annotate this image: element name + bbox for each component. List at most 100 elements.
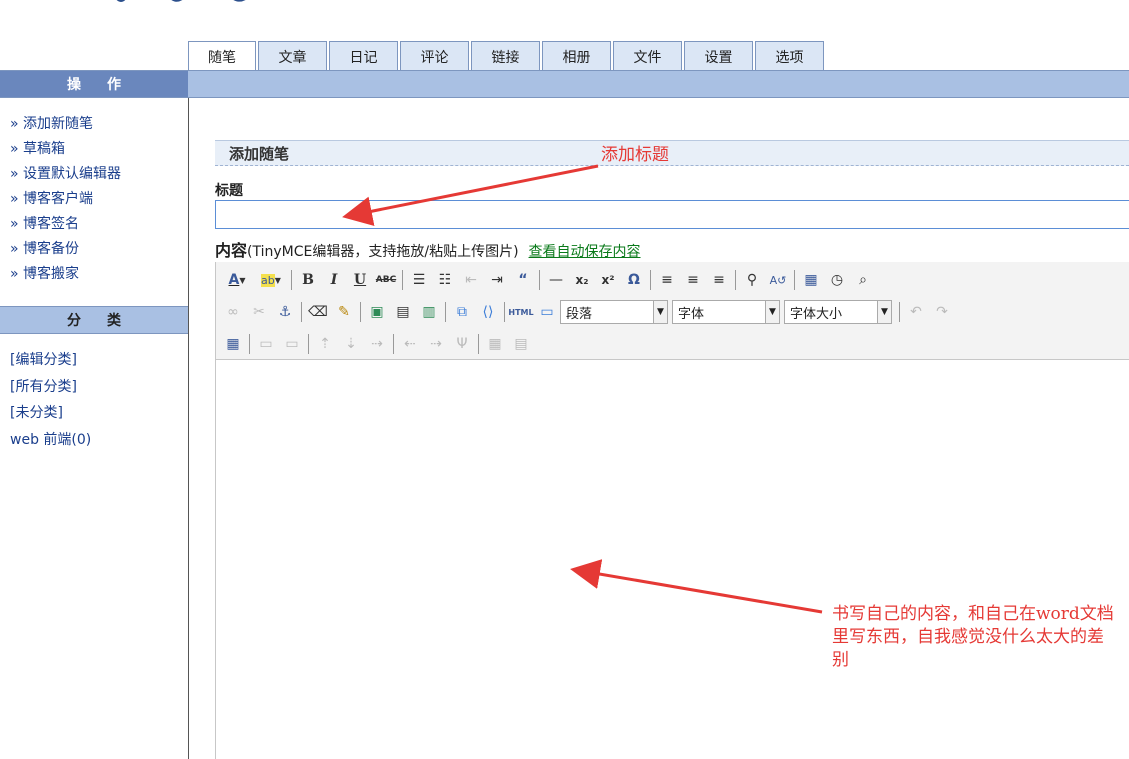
toolbar-separator	[504, 302, 505, 322]
autosave-link[interactable]: 查看自动保存内容	[529, 244, 641, 260]
cell-props-icon[interactable]: ▭	[279, 332, 305, 356]
underline-icon[interactable]: U	[347, 268, 373, 292]
bold-icon[interactable]: B	[295, 268, 321, 292]
indent-icon[interactable]: ⇥	[484, 268, 510, 292]
insert-date-icon[interactable]: ▦	[798, 268, 824, 292]
sidebar-ops-links: » 添加新随笔 » 草稿箱 » 设置默认编辑器 » 博客客户端 » 博客签名 »…	[10, 112, 121, 287]
special-char-icon[interactable]: Ω	[621, 268, 647, 292]
unlink-icon[interactable]: ✂	[246, 300, 272, 324]
merge-cells-icon[interactable]: ▤	[508, 332, 534, 356]
cleanup-brush-icon[interactable]: ✎	[331, 300, 357, 324]
category-uncategorized[interactable]: [未分类]	[10, 400, 91, 427]
category-web-frontend[interactable]: web 前端(0)	[10, 427, 91, 454]
sidebar-item-blog-backup[interactable]: » 博客备份	[10, 237, 121, 262]
toolbar-separator	[402, 270, 403, 290]
find-icon[interactable]: ⚲	[739, 268, 765, 292]
sidebar-item-blog-signature[interactable]: » 博客签名	[10, 212, 121, 237]
link-icon[interactable]: ∞	[220, 300, 246, 324]
tab-comments[interactable]: 评论	[400, 41, 469, 71]
align-center-icon[interactable]: ≡	[680, 268, 706, 292]
sidebar-item-blog-migrate[interactable]: » 博客搬家	[10, 262, 121, 287]
fullscreen-icon[interactable]: ▭	[534, 300, 560, 324]
code-sample-icon[interactable]: ⟨⟩	[475, 300, 501, 324]
chevron-down-icon: ▼	[653, 301, 667, 323]
title-label: 标题	[215, 183, 243, 199]
font-select[interactable]: 字体 ▼	[672, 300, 780, 324]
align-left-icon[interactable]: ≡	[654, 268, 680, 292]
strikethrough-icon[interactable]: ABC	[373, 268, 399, 292]
title-input[interactable]	[215, 200, 1129, 229]
redo-icon[interactable]: ↷	[929, 300, 955, 324]
tab-files[interactable]: 文件	[613, 41, 682, 71]
horizontal-rule-icon[interactable]: —	[543, 268, 569, 292]
delete-row-icon[interactable]: ⇢	[364, 332, 390, 356]
subscript-icon[interactable]: x₂	[569, 268, 595, 292]
highlight-color-icon[interactable]: ab ▼	[254, 268, 288, 292]
sidebar-ops-heading: 操作	[0, 70, 188, 98]
font-size-select[interactable]: 字体大小 ▼	[784, 300, 892, 324]
insert-image-icon[interactable]: ▣	[364, 300, 390, 324]
toolbar-separator	[478, 334, 479, 354]
sidebar-item-blog-client[interactable]: » 博客客户端	[10, 187, 121, 212]
insert-media-icon[interactable]: ▥	[416, 300, 442, 324]
annotation-title-note: 添加标题	[601, 145, 669, 165]
replace-icon[interactable]: A↺	[765, 268, 791, 292]
sidebar-category-heading: 分类	[0, 306, 188, 334]
sidebar-item-drafts[interactable]: » 草稿箱	[10, 137, 121, 162]
delete-col-icon[interactable]: Ψ	[449, 332, 475, 356]
top-bar	[188, 70, 1129, 98]
align-right-icon[interactable]: ≡	[706, 268, 732, 292]
bullet-list-icon[interactable]: ☰	[406, 268, 432, 292]
category-edit[interactable]: [编辑分类]	[10, 347, 91, 374]
annotation-content-note: 书写自己的内容，和自己在word文档里写东西，自我感觉没什么太大的差别	[832, 604, 1114, 670]
superscript-icon[interactable]: x²	[595, 268, 621, 292]
toolbar-row-2: ∞ ✂ ⚓ ⌫ ✎ ▣ ▤ ▥ ⧉ ⟨⟩ HTML ▭ 段落 ▼ 字体 ▼ 字体大小…	[220, 298, 955, 326]
insert-code-icon[interactable]: ⧉	[449, 300, 475, 324]
html-source-icon[interactable]: HTML	[508, 300, 534, 324]
italic-icon[interactable]: I	[321, 268, 347, 292]
editor-content-area[interactable]	[216, 360, 1129, 759]
insert-row-after-icon[interactable]: ⇣	[338, 332, 364, 356]
format-select[interactable]: 段落 ▼	[560, 300, 668, 324]
font-size-select-value: 字体大小	[790, 306, 843, 322]
insert-time-icon[interactable]: ◷	[824, 268, 850, 292]
content-label: 内容(TinyMCE编辑器，支持拖放/粘贴上传图片) 查看自动保存内容	[215, 237, 641, 261]
blog-logo	[116, 0, 246, 2]
eraser-icon[interactable]: ⌫	[305, 300, 331, 324]
tab-links[interactable]: 链接	[471, 41, 540, 71]
numbered-list-icon[interactable]: ☷	[432, 268, 458, 292]
blockquote-icon[interactable]: “	[510, 268, 536, 292]
row-props-icon[interactable]: ▭	[253, 332, 279, 356]
tab-articles[interactable]: 文章	[258, 41, 327, 71]
insert-col-after-icon[interactable]: ⇢	[423, 332, 449, 356]
format-select-value: 段落	[566, 306, 593, 322]
outdent-icon[interactable]: ⇤	[458, 268, 484, 292]
chevron-down-icon: ▼	[765, 301, 779, 323]
tab-options[interactable]: 选项	[755, 41, 824, 71]
tab-settings[interactable]: 设置	[684, 41, 753, 71]
insert-table-icon[interactable]: ▦	[220, 332, 246, 356]
tab-essays[interactable]: 随笔	[188, 41, 256, 71]
toolbar-separator	[308, 334, 309, 354]
toolbar-separator	[393, 334, 394, 354]
toolbar-row-1: A ▼ ab ▼ B I U ABC ☰ ☷ ⇤ ⇥ “ — x₂ x² Ω ≡ ≡…	[220, 266, 876, 294]
preview-icon[interactable]: ⌕	[850, 268, 876, 292]
tab-albums[interactable]: 相册	[542, 41, 611, 71]
category-all[interactable]: [所有分类]	[10, 374, 91, 401]
sidebar-item-add-post[interactable]: » 添加新随笔	[10, 112, 121, 137]
insert-row-before-icon[interactable]: ⇡	[312, 332, 338, 356]
toolbar-separator	[445, 302, 446, 322]
tab-diary[interactable]: 日记	[329, 41, 398, 71]
font-color-icon[interactable]: A ▼	[220, 268, 254, 292]
sidebar-divider	[188, 98, 189, 759]
toolbar-separator	[794, 270, 795, 290]
rich-text-editor: A ▼ ab ▼ B I U ABC ☰ ☷ ⇤ ⇥ “ — x₂ x² Ω ≡ ≡…	[215, 262, 1129, 759]
upload-image-icon[interactable]: ▤	[390, 300, 416, 324]
anchor-icon[interactable]: ⚓	[272, 300, 298, 324]
undo-icon[interactable]: ↶	[903, 300, 929, 324]
font-select-value: 字体	[678, 306, 705, 322]
split-cells-icon[interactable]: ▦	[482, 332, 508, 356]
toolbar-separator	[539, 270, 540, 290]
sidebar-item-default-editor[interactable]: » 设置默认编辑器	[10, 162, 121, 187]
insert-col-before-icon[interactable]: ⇠	[397, 332, 423, 356]
